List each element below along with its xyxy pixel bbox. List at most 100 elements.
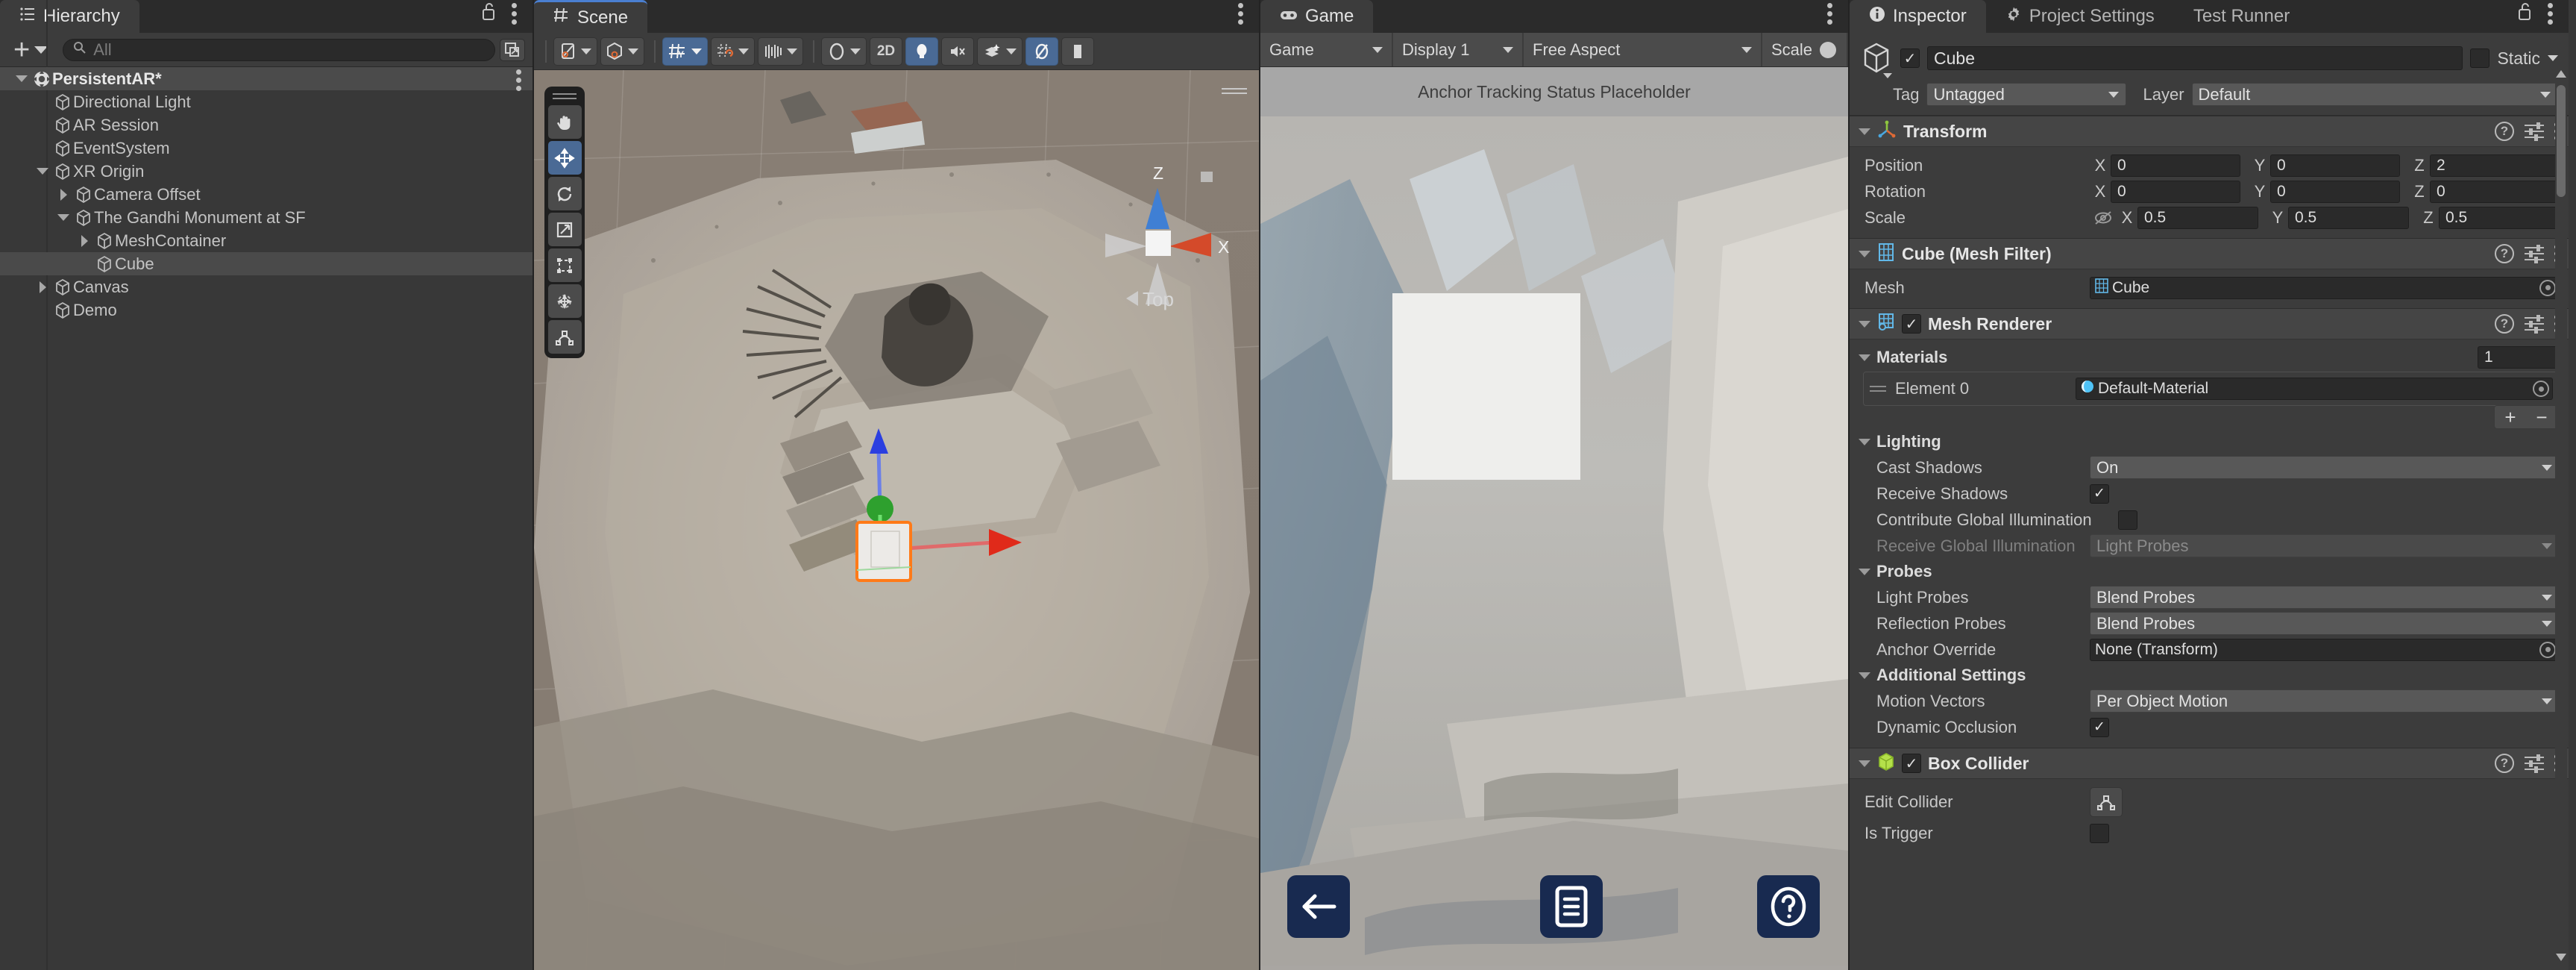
- motion-vectors-dropdown[interactable]: Per Object Motion: [2090, 689, 2560, 713]
- game-menu-icon[interactable]: [1827, 0, 1833, 25]
- move-tool-button[interactable]: [548, 141, 582, 175]
- cast-shadows-dropdown[interactable]: On: [2090, 456, 2560, 479]
- layer-dropdown[interactable]: Default: [2192, 83, 2558, 106]
- chevron-down-icon[interactable]: [1859, 128, 1870, 135]
- scene-audio-button[interactable]: [941, 37, 974, 66]
- help-button[interactable]: [1757, 875, 1820, 938]
- hierarchy-search[interactable]: [63, 39, 495, 61]
- link-broken-icon[interactable]: [2090, 210, 2117, 226]
- hierarchy-item-persistentar[interactable]: PersistentAR*: [0, 67, 533, 90]
- additional-settings-header[interactable]: Additional Settings: [1859, 663, 2560, 688]
- light-probes-dropdown[interactable]: Blend Probes: [2090, 586, 2560, 609]
- probes-section-header[interactable]: Probes: [1859, 559, 2560, 584]
- chevron-down-icon[interactable]: [738, 48, 749, 54]
- lock-open-icon[interactable]: [480, 1, 498, 25]
- move-gizmo[interactable]: [801, 427, 1032, 621]
- chevron-right-icon[interactable]: [75, 235, 94, 247]
- hierarchy-item-demo[interactable]: Demo: [0, 298, 533, 322]
- preset-icon[interactable]: [2525, 315, 2544, 333]
- chevron-down-icon[interactable]: [1859, 354, 1870, 361]
- help-icon[interactable]: ?: [2495, 314, 2514, 334]
- static-checkbox[interactable]: [2470, 48, 2489, 68]
- chevron-right-icon[interactable]: [54, 189, 73, 201]
- object-picker-icon[interactable]: [2539, 280, 2556, 296]
- materials-section-header[interactable]: Materials 1: [1859, 345, 2560, 370]
- chevron-down-icon[interactable]: [12, 75, 31, 82]
- mesh-renderer-component-header[interactable]: ✓ Mesh Renderer ?: [1850, 308, 2569, 340]
- menu-button[interactable]: [1540, 875, 1603, 938]
- grid-axis-button[interactable]: Y: [662, 37, 708, 66]
- hierarchy-item-eventsystem[interactable]: EventSystem: [0, 137, 533, 160]
- transform-tool-button[interactable]: [548, 284, 582, 318]
- grid-snap-button[interactable]: [711, 37, 755, 66]
- contribute-gi-checkbox[interactable]: [2118, 510, 2137, 530]
- chevron-down-icon[interactable]: [1859, 251, 1870, 257]
- is-trigger-checkbox[interactable]: [2090, 824, 2109, 843]
- chevron-down-icon[interactable]: [691, 48, 702, 54]
- custom-tool-button[interactable]: [548, 320, 582, 354]
- materials-count-field[interactable]: 1: [2478, 346, 2560, 369]
- hierarchy-item-directional-light[interactable]: Directional Light: [0, 90, 533, 113]
- material-object-field[interactable]: Default-Material: [2076, 378, 2553, 400]
- anchor-override-field[interactable]: None (Transform): [2090, 639, 2560, 661]
- tab-hierarchy[interactable]: Hierarchy: [0, 0, 139, 33]
- box-collider-component-header[interactable]: ✓ Box Collider ?: [1850, 748, 2569, 779]
- rotate-tool-button[interactable]: [548, 177, 582, 210]
- dynamic-occlusion-checkbox[interactable]: ✓: [2090, 718, 2109, 737]
- scene-orientation-gizmo[interactable]: Z X Top: [1089, 158, 1238, 315]
- hierarchy-item-ar-session[interactable]: AR Session: [0, 113, 533, 137]
- scale-slider[interactable]: Scale: [1762, 33, 1848, 66]
- scale-x-field[interactable]: 0.5: [2137, 207, 2258, 229]
- tag-dropdown[interactable]: Untagged: [1926, 83, 2126, 106]
- palette-drag-handle[interactable]: [553, 91, 577, 101]
- game-viewport[interactable]: Anchor Tracking Status Placeholder: [1260, 67, 1848, 970]
- scene-fx-button[interactable]: [977, 37, 1022, 66]
- tab-project-settings[interactable]: Project Settings: [1986, 0, 2174, 33]
- scale-tool-button[interactable]: [548, 213, 582, 246]
- transform-component-header[interactable]: Transform ?: [1850, 116, 2569, 147]
- game-target-select[interactable]: Game: [1260, 33, 1393, 66]
- tab-game[interactable]: Game: [1260, 0, 1373, 33]
- component-tools-button[interactable]: [758, 37, 803, 66]
- rotation-z-field[interactable]: 0: [2430, 181, 2560, 203]
- tab-test-runner[interactable]: Test Runner: [2174, 0, 2309, 33]
- back-button[interactable]: [1287, 875, 1350, 938]
- position-z-field[interactable]: 2: [2430, 154, 2560, 177]
- chevron-down-icon[interactable]: [1859, 439, 1870, 445]
- hierarchy-item-the-gandhi-monument-at-sf[interactable]: The Gandhi Monument at SF: [0, 206, 533, 229]
- hierarchy-item-meshcontainer[interactable]: MeshContainer: [0, 229, 533, 252]
- scene-viewport[interactable]: Z X Top: [534, 70, 1259, 970]
- receive-shadows-checkbox[interactable]: ✓: [2090, 484, 2109, 504]
- chevron-down-icon[interactable]: [787, 48, 797, 54]
- scene-lighting-button[interactable]: [905, 37, 938, 66]
- gizmos-button[interactable]: [821, 37, 867, 66]
- lock-open-icon[interactable]: [2516, 1, 2534, 25]
- search-input[interactable]: [93, 40, 486, 60]
- drag-handle-icon[interactable]: [1870, 384, 1886, 394]
- lighting-section-header[interactable]: Lighting: [1859, 429, 2560, 454]
- expand-search-button[interactable]: [500, 39, 525, 61]
- chevron-down-icon[interactable]: [1859, 760, 1870, 767]
- rotation-x-field[interactable]: 0: [2111, 181, 2240, 203]
- render-mode-button[interactable]: [600, 37, 644, 66]
- chevron-down-icon[interactable]: [1883, 73, 1892, 78]
- help-icon[interactable]: ?: [2495, 244, 2514, 263]
- aspect-select[interactable]: Free Aspect: [1524, 33, 1762, 66]
- preset-icon[interactable]: [2525, 754, 2544, 772]
- rotation-y-field[interactable]: 0: [2270, 181, 2400, 203]
- preset-icon[interactable]: [2525, 122, 2544, 140]
- hierarchy-menu-icon[interactable]: [512, 0, 518, 25]
- chevron-down-icon[interactable]: [1859, 569, 1870, 575]
- toggle-2d-button[interactable]: 2D: [870, 37, 902, 66]
- hierarchy-tree[interactable]: PersistentAR*Directional LightAR Session…: [0, 67, 533, 970]
- tab-inspector[interactable]: Inspector: [1850, 0, 1986, 33]
- chevron-down-icon[interactable]: [2548, 55, 2558, 61]
- chevron-down-icon[interactable]: [628, 48, 638, 54]
- draw-mode-button[interactable]: [553, 37, 597, 66]
- help-icon[interactable]: ?: [2495, 754, 2514, 773]
- chevron-down-icon[interactable]: [54, 214, 73, 221]
- hierarchy-item-camera-offset[interactable]: Camera Offset: [0, 183, 533, 206]
- edit-collider-button[interactable]: [2090, 787, 2123, 817]
- object-name-field[interactable]: Cube: [1927, 46, 2463, 70]
- scroll-up-arrow-icon[interactable]: [2556, 70, 2566, 78]
